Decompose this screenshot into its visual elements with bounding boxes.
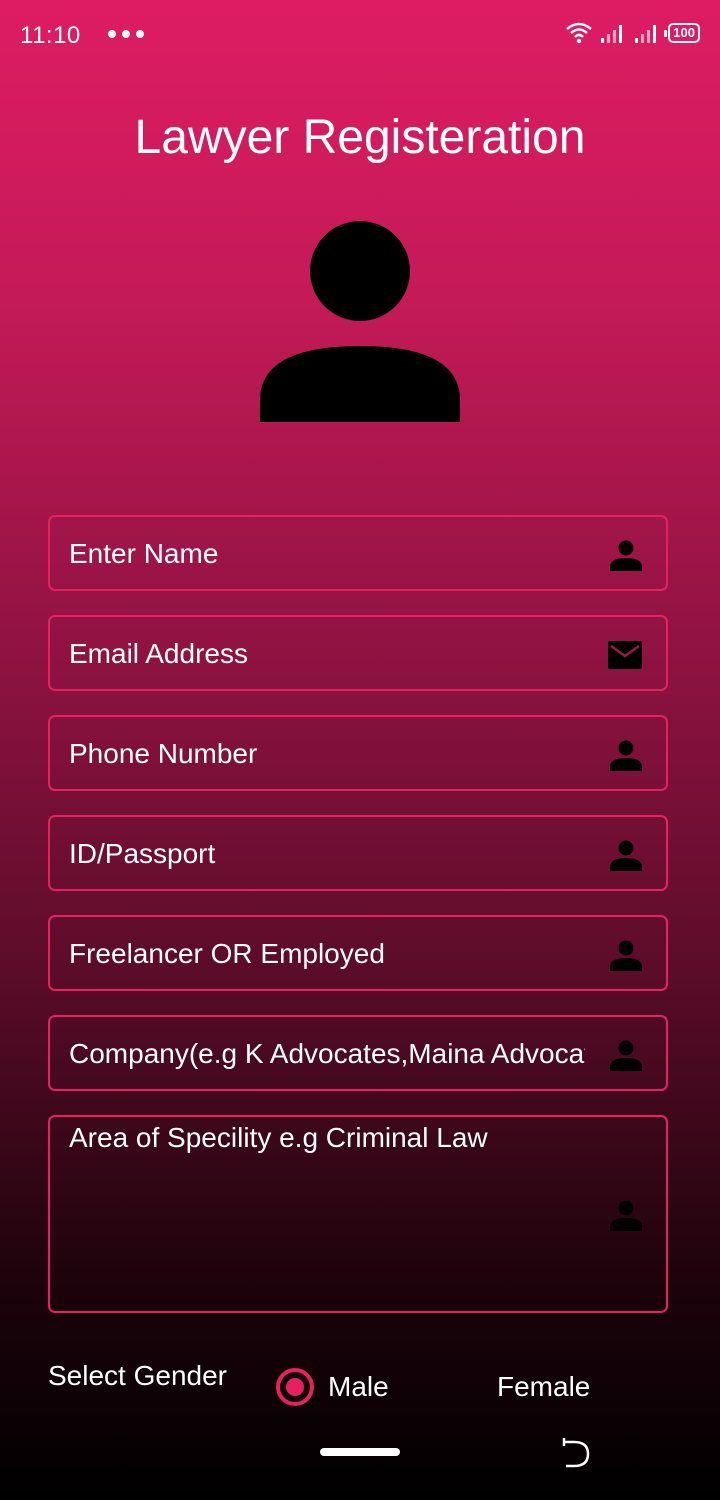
name-field[interactable]: Enter Name (48, 515, 668, 591)
employment-field[interactable]: Freelancer OR Employed (48, 915, 668, 991)
male-option-label[interactable]: Male (328, 1371, 389, 1403)
back-gesture-icon[interactable] (560, 1436, 592, 1468)
mail-icon (608, 641, 642, 669)
radio-selected-dot (286, 1378, 304, 1396)
status-time: 11:10 (20, 22, 81, 49)
email-placeholder: Email Address (69, 638, 248, 669)
battery-icon: 100 (664, 23, 700, 43)
phone-field[interactable]: Phone Number (48, 715, 668, 791)
male-radio-button[interactable] (276, 1368, 314, 1406)
signal-icon (601, 25, 623, 43)
employment-placeholder: Freelancer OR Employed (69, 938, 385, 969)
email-field[interactable]: Email Address (48, 615, 668, 691)
name-placeholder: Enter Name (69, 538, 219, 569)
wifi-icon (566, 22, 593, 44)
status-icons: 100 (566, 22, 700, 44)
company-placeholder: Company(e.g K Advocates,Maina Advocates) (69, 1038, 585, 1069)
person-icon (610, 940, 642, 971)
page-title: Lawyer Registeration (134, 111, 586, 164)
home-indicator[interactable] (320, 1448, 400, 1456)
person-icon (610, 1040, 642, 1071)
specialty-placeholder: Area of Specility e.g Criminal Law (69, 1122, 488, 1153)
signal-icon (635, 25, 657, 43)
profile-avatar-icon[interactable] (258, 220, 462, 422)
company-field[interactable]: Company(e.g K Advocates,Maina Advocates) (48, 1015, 668, 1091)
female-option-label[interactable]: Female (497, 1371, 590, 1403)
person-icon (610, 1200, 642, 1231)
gender-label: Select Gender (48, 1360, 227, 1391)
person-icon (610, 840, 642, 871)
id-passport-field[interactable]: ID/Passport (48, 815, 668, 891)
phone-placeholder: Phone Number (69, 738, 258, 769)
notification-dots-icon (108, 30, 144, 38)
id-passport-placeholder: ID/Passport (69, 838, 216, 869)
person-icon (610, 740, 642, 771)
specialty-field[interactable]: Area of Specility e.g Criminal Law (48, 1115, 668, 1313)
status-bar: 11:10 100 (0, 0, 720, 72)
navigation-bar (0, 1420, 720, 1500)
person-icon (610, 540, 642, 571)
